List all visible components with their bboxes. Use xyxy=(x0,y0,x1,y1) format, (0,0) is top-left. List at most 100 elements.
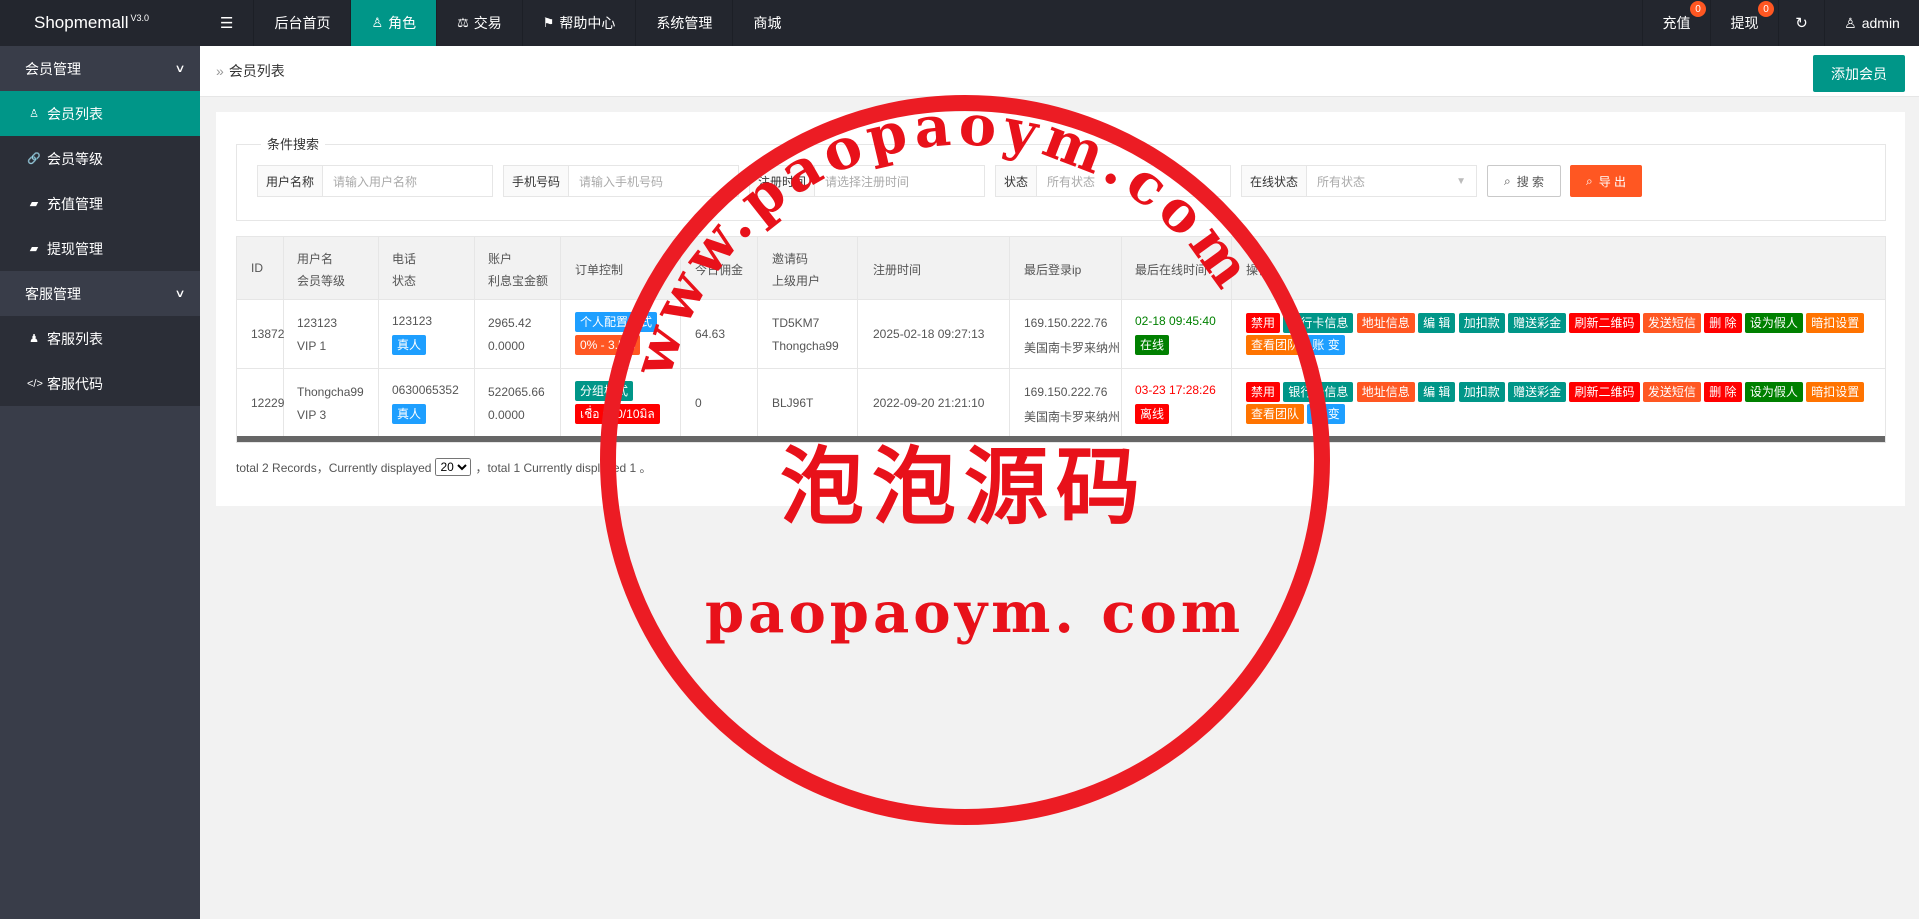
withdraw-label: 提现 xyxy=(1730,15,1759,31)
recharge-button[interactable]: 充值 0 xyxy=(1642,0,1710,46)
user-icon: ♙ xyxy=(371,15,384,30)
search-icon: ⌕ xyxy=(1585,173,1593,188)
disable-button[interactable]: 禁用 xyxy=(1246,382,1281,402)
col-parent: 上级用户 xyxy=(772,274,821,288)
nav-mall[interactable]: 商城 xyxy=(733,0,801,46)
search-icon: ⌕ xyxy=(1503,173,1511,188)
row-parent: Thongcha99 xyxy=(772,339,839,353)
pager-current: ，total 1 Currently displayed 1 。 xyxy=(475,460,652,475)
send-sms-button[interactable]: 发送短信 xyxy=(1642,382,1701,402)
sidebar-group-service[interactable]: 客服管理 ∨ xyxy=(0,271,200,316)
sidebar-item-member-level[interactable]: 🔗 会员等级 xyxy=(0,136,200,181)
edit-button[interactable]: 编 辑 xyxy=(1418,382,1456,402)
row-username: 123123 xyxy=(297,316,338,330)
order-range-badge[interactable]: เชื่อ 000/10มิล xyxy=(575,404,660,424)
regtime-label: 注册时间 xyxy=(750,166,816,196)
disable-button[interactable]: 禁用 xyxy=(1246,313,1281,333)
username-label: 用户名称 xyxy=(258,166,324,196)
username-input[interactable]: 请输入用户名称 xyxy=(323,166,492,196)
nav-trade[interactable]: ⚖ 交易 xyxy=(437,0,523,46)
row-username: Thongcha99 xyxy=(297,385,364,399)
sidebar-group-label: 客服管理 xyxy=(25,285,81,302)
set-fake-button[interactable]: 设为假人 xyxy=(1744,313,1803,333)
search-button[interactable]: ⌕ 搜 索 xyxy=(1487,165,1561,197)
refresh-qr-button[interactable]: 刷新二维码 xyxy=(1569,382,1640,402)
col-interest: 利息宝金额 xyxy=(488,274,549,288)
bankcard-button[interactable]: 银行卡信息 xyxy=(1283,313,1354,333)
sidebar-group-label: 会员管理 xyxy=(25,60,81,77)
sidebar-item-withdraw[interactable]: ▰ 提现管理 xyxy=(0,226,200,271)
export-button-label: 导 出 xyxy=(1598,174,1627,189)
chevron-down-icon: ∨ xyxy=(174,63,186,75)
withdraw-badge: 0 xyxy=(1758,1,1774,17)
hidden-deduct-button[interactable]: 暗扣设置 xyxy=(1806,382,1865,402)
horizontal-scrollbar[interactable] xyxy=(237,436,1885,442)
sidebar-group-member[interactable]: 会员管理 ∨ xyxy=(0,46,200,91)
link-icon: 🔗 xyxy=(27,153,41,165)
pagination: total 2 Records，Currently displayed 20 ，… xyxy=(236,458,652,476)
regtime-input[interactable]: 请选择注册时间 xyxy=(815,166,984,196)
edit-button[interactable]: 编 辑 xyxy=(1418,313,1456,333)
regtime-field: 注册时间 请选择注册时间 xyxy=(749,165,985,197)
user-menu[interactable]: ♙ admin xyxy=(1824,0,1919,46)
sidebar-item-service-code[interactable]: </> 客服代码 xyxy=(0,361,200,406)
nav-home-label: 后台首页 xyxy=(274,15,331,31)
order-range-badge[interactable]: 0% - 3.5% xyxy=(575,335,641,355)
menu-toggle-button[interactable]: ☰ xyxy=(200,0,255,46)
watermark-url: paopaoym. com xyxy=(705,580,1245,646)
refresh-button[interactable]: ↻ xyxy=(1778,0,1824,46)
withdraw-button[interactable]: 提现 0 xyxy=(1710,0,1778,46)
delete-button[interactable]: 删 除 xyxy=(1704,382,1742,402)
nav-mall-label: 商城 xyxy=(753,15,782,31)
row-ops: 禁用 银行卡信息 地址信息 编 辑 加扣款 赠送彩金 刷新二维码 发送短信 删 … xyxy=(1246,312,1886,356)
adjust-balance-button[interactable]: 加扣款 xyxy=(1458,382,1505,402)
delete-button[interactable]: 删 除 xyxy=(1704,313,1742,333)
chat-icon: ▰ xyxy=(29,243,39,255)
real-badge: 真人 xyxy=(392,404,427,424)
bonus-button[interactable]: 赠送彩金 xyxy=(1508,313,1567,333)
row-id: 12229 xyxy=(251,396,285,410)
view-team-button[interactable]: 查看团队 xyxy=(1246,404,1305,424)
nav-home[interactable]: 后台首页 xyxy=(254,0,352,46)
app-logo[interactable]: Shopmemall V3.0 xyxy=(0,0,200,46)
address-button[interactable]: 地址信息 xyxy=(1356,382,1415,402)
set-fake-button[interactable]: 设为假人 xyxy=(1744,382,1803,402)
sidebar-item-service-list[interactable]: ♟ 客服列表 xyxy=(0,316,200,361)
refresh-icon: ↻ xyxy=(1795,15,1808,32)
order-mode-badge[interactable]: 分组模式 xyxy=(575,381,634,401)
col-ip: 最后登录ip xyxy=(1024,263,1082,277)
hidden-deduct-button[interactable]: 暗扣设置 xyxy=(1806,313,1865,333)
recharge-badge: 0 xyxy=(1690,1,1706,17)
page-size-select[interactable]: 20 xyxy=(435,458,472,476)
sidebar-item-member-list[interactable]: ♙ 会员列表 xyxy=(0,91,200,136)
sidebar-item-recharge[interactable]: ▰ 充值管理 xyxy=(0,181,200,226)
row-id: 13872 xyxy=(251,327,285,341)
bonus-button[interactable]: 赠送彩金 xyxy=(1508,382,1567,402)
refresh-qr-button[interactable]: 刷新二维码 xyxy=(1569,313,1640,333)
pager-total: total 2 Records，Currently displayed xyxy=(236,460,432,475)
phone-input[interactable]: 请输入手机号码 xyxy=(569,166,738,196)
account-change-button[interactable]: 账 变 xyxy=(1307,404,1345,424)
online-select[interactable]: 所有状态 xyxy=(1307,166,1456,196)
bankcard-button[interactable]: 银行卡信息 xyxy=(1283,382,1354,402)
breadcrumb-separator: » xyxy=(216,63,224,79)
row-today: 0 xyxy=(695,396,702,410)
order-mode-badge[interactable]: 个人配置模式 xyxy=(575,312,658,332)
address-button[interactable]: 地址信息 xyxy=(1356,313,1415,333)
col-phone: 电话 xyxy=(392,252,417,266)
nav-role[interactable]: ♙ 角色 xyxy=(351,0,438,46)
export-button[interactable]: ⌕ 导 出 xyxy=(1570,165,1642,197)
adjust-balance-button[interactable]: 加扣款 xyxy=(1458,313,1505,333)
send-sms-button[interactable]: 发送短信 xyxy=(1642,313,1701,333)
table-header: ID 用户名 会员等级 电话 状态 账户 利息宝金额 订单控制 今日佣金 邀请码… xyxy=(237,237,1885,300)
status-select[interactable]: 所有状态 xyxy=(1037,166,1230,196)
view-team-button[interactable]: 查看团队 xyxy=(1246,335,1305,355)
col-regtime: 注册时间 xyxy=(873,263,922,277)
row-today: 64.63 xyxy=(695,327,726,341)
account-change-button[interactable]: 账 变 xyxy=(1307,335,1345,355)
nav-help[interactable]: ⚑ 帮助中心 xyxy=(523,0,637,46)
nav-system[interactable]: 系统管理 xyxy=(636,0,734,46)
row-ip-location: 美国南卡罗来纳州 xyxy=(1024,410,1121,424)
online-badge: 在线 xyxy=(1135,335,1170,355)
add-member-button[interactable]: 添加会员 xyxy=(1813,55,1905,92)
